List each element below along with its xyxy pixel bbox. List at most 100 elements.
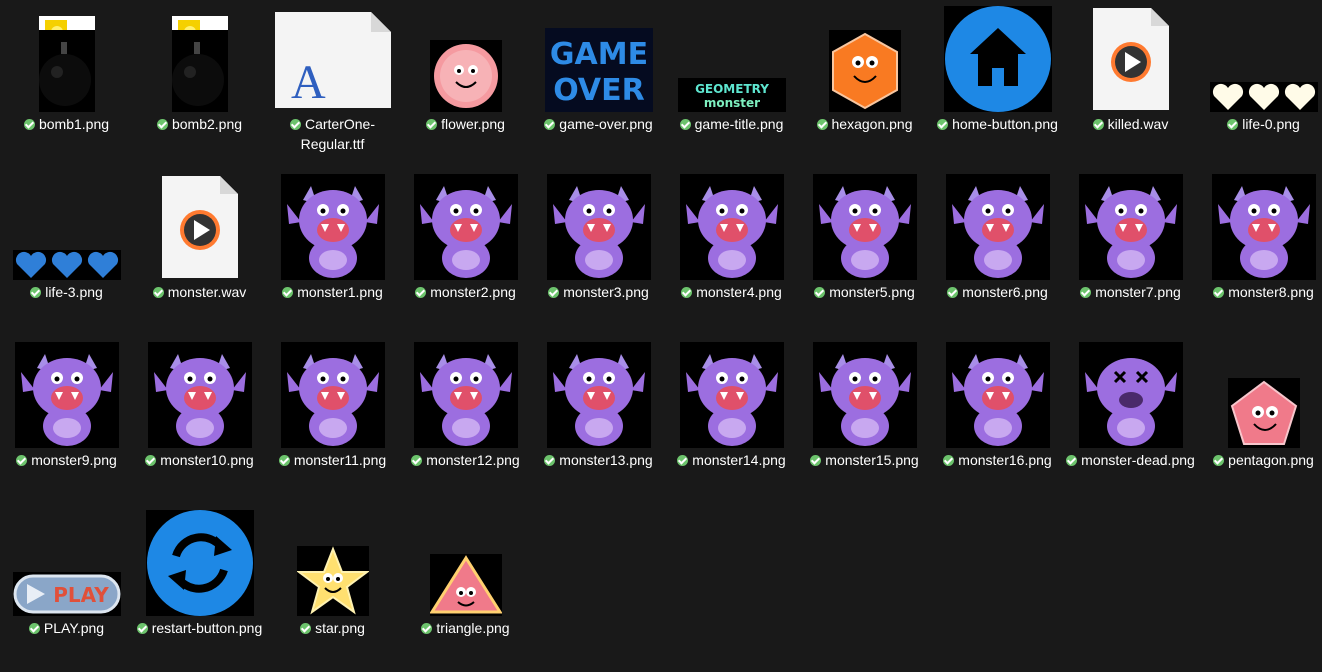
file-item[interactable]: monster11.png: [266, 336, 399, 504]
file-item[interactable]: monster14.png: [665, 336, 798, 504]
home-icon: [931, 0, 1064, 112]
sync-check-icon: [810, 455, 822, 466]
sync-check-icon: [152, 287, 164, 298]
file-item[interactable]: restart-button.png: [133, 504, 266, 672]
file-item[interactable]: triangle.png: [399, 504, 532, 672]
file-item[interactable]: home-button.png: [931, 0, 1064, 168]
file-name: monster12.png: [399, 450, 532, 470]
file-name: PLAY.png: [0, 618, 133, 638]
file-item[interactable]: monster3.png: [532, 168, 665, 336]
sync-check-icon: [1066, 455, 1078, 466]
file-name: game-over.png: [532, 114, 665, 134]
monster-icon: [665, 336, 798, 448]
file-item[interactable]: monster4.png: [665, 168, 798, 336]
svg-text:GEOMETRY: GEOMETRY: [695, 82, 769, 96]
sync-check-icon: [1213, 287, 1225, 298]
file-name: monster15.png: [798, 450, 931, 470]
file-name: monster5.png: [798, 282, 931, 302]
file-item[interactable]: A CarterOne-Regular.ttf: [266, 0, 399, 168]
monster-icon: [399, 168, 532, 280]
sync-check-icon: [943, 455, 955, 466]
sync-check-icon: [145, 455, 157, 466]
sync-check-icon: [947, 287, 959, 298]
monster-icon: [931, 336, 1064, 448]
monster-icon: [399, 336, 532, 448]
file-name: killed.wav: [1064, 114, 1197, 134]
monster-icon: [931, 168, 1064, 280]
monster-icon: [266, 168, 399, 280]
file-item[interactable]: monster13.png: [532, 336, 665, 504]
file-item[interactable]: monster.wav: [133, 168, 266, 336]
sync-check-icon: [282, 287, 294, 298]
file-name: life-0.png: [1197, 114, 1322, 134]
hearts-icon: [1197, 0, 1322, 112]
file-item[interactable]: monster16.png: [931, 336, 1064, 504]
monster-icon: [1064, 168, 1197, 280]
sync-check-icon: [300, 623, 312, 634]
file-name: life-3.png: [0, 282, 133, 302]
sync-check-icon: [30, 287, 42, 298]
file-name: monster11.png: [266, 450, 399, 470]
file-name: flower.png: [399, 114, 532, 134]
file-item[interactable]: bomb2.png: [133, 0, 266, 168]
play-button-icon: PLAY: [0, 504, 133, 616]
file-item[interactable]: monster7.png: [1064, 168, 1197, 336]
file-item[interactable]: flower.png: [399, 0, 532, 168]
file-item[interactable]: GEOMETRY monster game-title.png: [665, 0, 798, 168]
triangle-face-icon: [399, 504, 532, 616]
monster-icon: [798, 336, 931, 448]
svg-text:GAME: GAME: [549, 37, 647, 72]
svg-text:OVER: OVER: [553, 73, 645, 108]
svg-text:PLAY: PLAY: [53, 583, 109, 607]
star-face-icon: [266, 504, 399, 616]
file-item[interactable]: star.png: [266, 504, 399, 672]
file-item[interactable]: monster8.png: [1197, 168, 1322, 336]
file-name: hexagon.png: [798, 114, 931, 134]
file-item[interactable]: monster9.png: [0, 336, 133, 504]
file-item[interactable]: monster10.png: [133, 336, 266, 504]
file-name: monster10.png: [133, 450, 266, 470]
sync-check-icon: [421, 623, 433, 634]
file-name: monster2.png: [399, 282, 532, 302]
file-item[interactable]: PLAY PLAY.png: [0, 504, 133, 672]
sync-check-icon: [289, 119, 301, 130]
audio-file-icon: [133, 168, 266, 280]
file-item[interactable]: monster15.png: [798, 336, 931, 504]
flower-face-icon: [399, 0, 532, 112]
file-item[interactable]: life-0.png: [1197, 0, 1322, 168]
sync-check-icon: [411, 455, 423, 466]
sync-check-icon: [544, 455, 556, 466]
file-name: monster.wav: [133, 282, 266, 302]
file-name: monster7.png: [1064, 282, 1197, 302]
file-item[interactable]: monster-dead.png: [1064, 336, 1197, 504]
monster-icon: [532, 168, 665, 280]
font-file-icon: A: [266, 0, 399, 112]
file-item[interactable]: pentagon.png: [1197, 336, 1322, 504]
sync-check-icon: [544, 119, 556, 130]
sync-check-icon: [816, 119, 828, 130]
file-name: pentagon.png: [1197, 450, 1322, 470]
file-name: monster16.png: [931, 450, 1064, 470]
file-item[interactable]: monster2.png: [399, 168, 532, 336]
file-item[interactable]: GAME OVER game-over.png: [532, 0, 665, 168]
audio-file-icon: [1064, 0, 1197, 112]
file-item[interactable]: monster1.png: [266, 168, 399, 336]
file-item[interactable]: monster5.png: [798, 168, 931, 336]
file-item[interactable]: killed.wav: [1064, 0, 1197, 168]
game-over-icon: GAME OVER: [532, 0, 665, 112]
sync-check-icon: [156, 119, 168, 130]
file-name: monster14.png: [665, 450, 798, 470]
sync-check-icon: [937, 119, 949, 130]
sync-check-icon: [814, 287, 826, 298]
game-title-icon: GEOMETRY monster: [665, 0, 798, 112]
bomb-icon: [0, 0, 133, 112]
file-item[interactable]: monster6.png: [931, 168, 1064, 336]
file-item[interactable]: monster12.png: [399, 336, 532, 504]
sync-check-icon: [278, 455, 290, 466]
file-item[interactable]: bomb1.png: [0, 0, 133, 168]
file-name: restart-button.png: [133, 618, 266, 638]
sync-check-icon: [677, 455, 689, 466]
monster-dead-icon: [1064, 336, 1197, 448]
file-item[interactable]: life-3.png: [0, 168, 133, 336]
file-item[interactable]: hexagon.png: [798, 0, 931, 168]
